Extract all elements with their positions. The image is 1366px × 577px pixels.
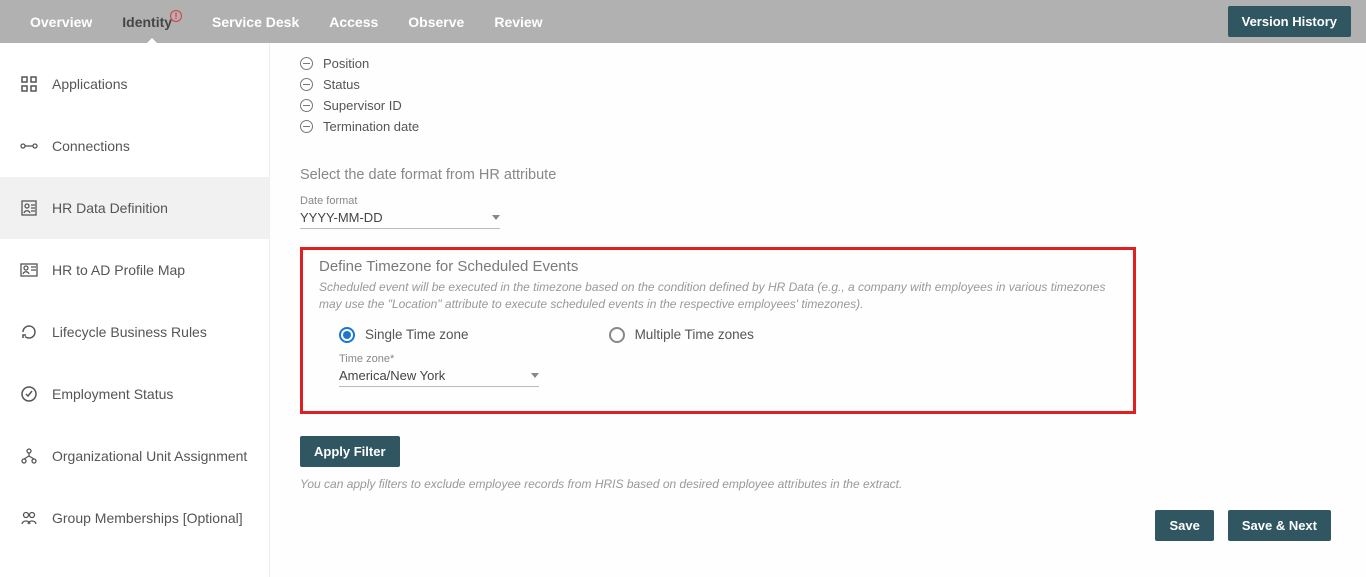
timezone-value: America/New York xyxy=(339,368,445,383)
sidebar-item-applications[interactable]: Applications xyxy=(0,53,269,115)
remove-icon[interactable] xyxy=(300,99,313,112)
version-history-button[interactable]: Version History xyxy=(1228,6,1351,37)
tab-access[interactable]: Access xyxy=(314,2,393,42)
connections-icon xyxy=(20,137,38,155)
attribute-row: Position xyxy=(300,53,1336,74)
radio-icon xyxy=(609,327,625,343)
timezone-select[interactable]: America/New York xyxy=(339,365,539,387)
tab-label: Access xyxy=(329,14,378,30)
radio-icon xyxy=(339,327,355,343)
sidebar-item-label: Applications xyxy=(52,76,128,92)
hr-data-icon xyxy=(20,199,38,217)
timezone-radio-group: Single Time zone Multiple Time zones xyxy=(339,327,1117,343)
tab-observe[interactable]: Observe xyxy=(393,2,479,42)
tab-service-desk[interactable]: Service Desk xyxy=(197,2,314,42)
remove-icon[interactable] xyxy=(300,57,313,70)
attribute-row: Status xyxy=(300,74,1336,95)
save-button[interactable]: Save xyxy=(1155,510,1213,541)
save-next-button[interactable]: Save & Next xyxy=(1228,510,1331,541)
tab-label: Overview xyxy=(30,14,92,30)
timezone-title: Define Timezone for Scheduled Events xyxy=(319,258,1117,275)
sidebar-item-connections[interactable]: Connections xyxy=(0,115,269,177)
date-format-select[interactable]: YYYY-MM-DD xyxy=(300,207,500,229)
chevron-down-icon xyxy=(531,373,539,378)
date-format-prompt: Select the date format from HR attribute xyxy=(300,167,1336,183)
top-nav: Overview Identity! Service Desk Access O… xyxy=(0,0,1366,43)
sidebar-item-employment-status[interactable]: Employment Status xyxy=(0,363,269,425)
radio-label: Single Time zone xyxy=(365,327,469,342)
tab-overview[interactable]: Overview xyxy=(15,2,107,42)
attribute-list: Position Status Supervisor ID Terminatio… xyxy=(300,53,1336,137)
attribute-label: Position xyxy=(323,56,369,71)
radio-label: Multiple Time zones xyxy=(635,327,754,342)
attribute-label: Supervisor ID xyxy=(323,98,402,113)
sidebar-item-group-memberships[interactable]: Group Memberships [Optional] xyxy=(0,487,269,549)
attribute-label: Termination date xyxy=(323,119,419,134)
filter-section: Apply Filter You can apply filters to ex… xyxy=(300,436,1336,491)
apply-filter-button[interactable]: Apply Filter xyxy=(300,436,400,467)
main-content: Position Status Supervisor ID Terminatio… xyxy=(270,43,1366,577)
chevron-down-icon xyxy=(492,215,500,220)
alert-badge-icon: ! xyxy=(170,10,182,22)
timezone-section: Define Timezone for Scheduled Events Sch… xyxy=(300,247,1136,414)
tab-label: Review xyxy=(494,14,542,30)
timezone-description: Scheduled event will be executed in the … xyxy=(319,279,1117,313)
status-icon xyxy=(20,385,38,403)
profile-map-icon xyxy=(20,261,38,279)
remove-icon[interactable] xyxy=(300,120,313,133)
lifecycle-icon xyxy=(20,323,38,341)
apps-icon xyxy=(20,75,38,93)
orgunit-icon xyxy=(20,447,38,465)
tab-label: Identity xyxy=(122,14,172,30)
sidebar: Applications Connections HR Data Definit… xyxy=(0,43,270,577)
tab-label: Service Desk xyxy=(212,14,299,30)
sidebar-item-label: Organizational Unit Assignment xyxy=(52,448,247,464)
sidebar-item-label: Group Memberships [Optional] xyxy=(52,510,243,526)
sidebar-item-label: Lifecycle Business Rules xyxy=(52,324,207,340)
sidebar-item-label: Connections xyxy=(52,138,130,154)
tab-identity[interactable]: Identity! xyxy=(107,2,197,42)
date-format-field: Date format YYYY-MM-DD xyxy=(300,195,1336,229)
attribute-label: Status xyxy=(323,77,360,92)
sidebar-item-label: HR to AD Profile Map xyxy=(52,262,185,278)
sidebar-item-lifecycle-rules[interactable]: Lifecycle Business Rules xyxy=(0,301,269,363)
filter-description: You can apply filters to exclude employe… xyxy=(300,477,1336,491)
sidebar-item-org-unit[interactable]: Organizational Unit Assignment xyxy=(0,425,269,487)
tab-review[interactable]: Review xyxy=(479,2,557,42)
radio-multiple-timezones[interactable]: Multiple Time zones xyxy=(609,327,754,343)
date-format-label: Date format xyxy=(300,195,1336,207)
footer-buttons: Save Save & Next xyxy=(1155,510,1331,541)
attribute-row: Supervisor ID xyxy=(300,95,1336,116)
tab-label: Observe xyxy=(408,14,464,30)
date-format-value: YYYY-MM-DD xyxy=(300,210,383,225)
radio-single-timezone[interactable]: Single Time zone xyxy=(339,327,469,343)
timezone-field-label: Time zone* xyxy=(339,353,1117,365)
remove-icon[interactable] xyxy=(300,78,313,91)
sidebar-item-hr-data-definition[interactable]: HR Data Definition xyxy=(0,177,269,239)
sidebar-item-label: Employment Status xyxy=(52,386,173,402)
timezone-field: Time zone* America/New York xyxy=(339,353,1117,387)
sidebar-item-label: HR Data Definition xyxy=(52,200,168,216)
group-icon xyxy=(20,509,38,527)
top-nav-left: Overview Identity! Service Desk Access O… xyxy=(15,2,558,42)
sidebar-item-hr-ad-profile-map[interactable]: HR to AD Profile Map xyxy=(0,239,269,301)
layout: Applications Connections HR Data Definit… xyxy=(0,43,1366,577)
attribute-row: Termination date xyxy=(300,116,1336,137)
